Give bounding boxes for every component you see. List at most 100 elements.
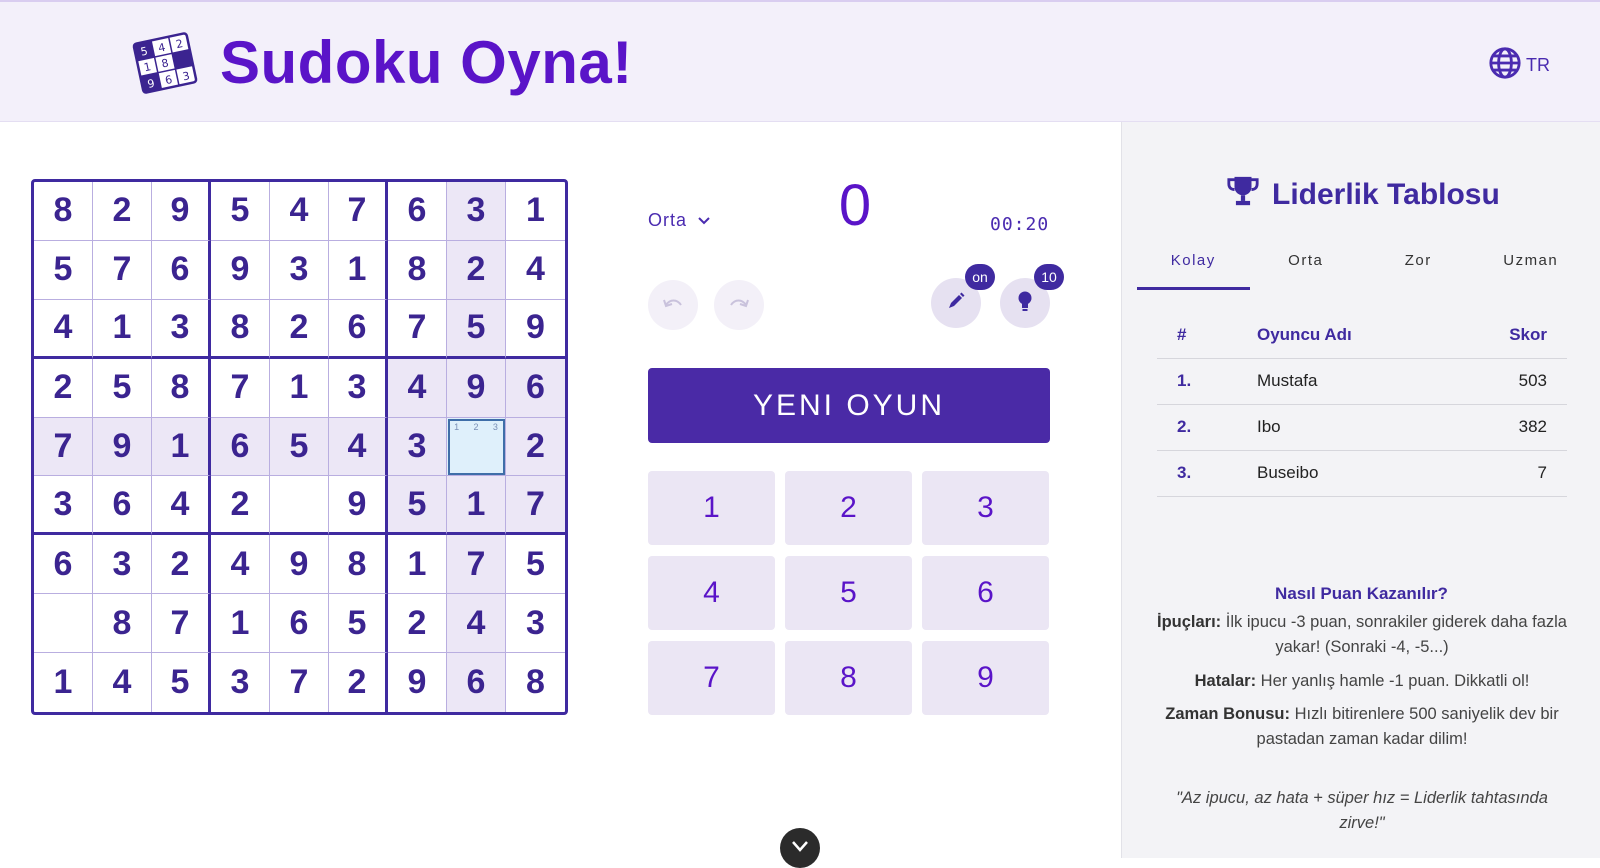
sudoku-cell[interactable]: 9	[270, 535, 329, 595]
tab-uzman[interactable]: Uzman	[1475, 246, 1588, 290]
sudoku-cell[interactable]: 3	[329, 358, 388, 418]
sudoku-cell[interactable]: 9	[93, 417, 152, 477]
sudoku-cell[interactable]: 7	[447, 535, 506, 595]
sudoku-cell[interactable]: 4	[388, 358, 447, 418]
sudoku-cell[interactable]: 6	[93, 476, 152, 536]
scroll-down-button[interactable]	[780, 828, 820, 868]
sudoku-cell[interactable]: 7	[329, 182, 388, 241]
language-selector[interactable]: TR	[1488, 46, 1550, 85]
sudoku-cell[interactable]: 7	[506, 476, 565, 536]
sudoku-cell[interactable]: 2	[447, 240, 506, 300]
sudoku-cell[interactable]: 5	[506, 535, 565, 595]
sudoku-cell[interactable]: 1	[93, 299, 152, 359]
numpad-key-4[interactable]: 4	[648, 556, 775, 630]
numpad-key-7[interactable]: 7	[648, 641, 775, 715]
sudoku-cell[interactable]: 1	[447, 476, 506, 536]
sudoku-cell[interactable]: 3	[152, 299, 211, 359]
hint-button[interactable]: 10	[1000, 264, 1064, 328]
sudoku-cell[interactable]: 6	[329, 299, 388, 359]
sudoku-cell[interactable]: 3	[270, 240, 329, 300]
sudoku-cell[interactable]: 5	[93, 358, 152, 418]
sudoku-cell[interactable]: 3	[388, 417, 447, 477]
sudoku-cell[interactable]: 4	[329, 417, 388, 477]
sudoku-cell[interactable]: 3	[506, 594, 565, 654]
numpad-key-9[interactable]: 9	[922, 641, 1049, 715]
sudoku-cell[interactable]: 9	[447, 358, 506, 418]
sudoku-cell[interactable]: 2	[270, 299, 329, 359]
sudoku-cell[interactable]: 9	[388, 653, 447, 712]
sudoku-cell[interactable]: 5	[152, 653, 211, 712]
sudoku-cell[interactable]: 6	[270, 594, 329, 654]
sudoku-cell[interactable]: 1	[388, 535, 447, 595]
numpad-key-5[interactable]: 5	[785, 556, 912, 630]
sudoku-cell[interactable]: 7	[388, 299, 447, 359]
redo-button[interactable]	[714, 280, 764, 330]
sudoku-cell[interactable]: 4	[270, 182, 329, 241]
numpad-key-8[interactable]: 8	[785, 641, 912, 715]
sudoku-cell[interactable]: 6	[447, 653, 506, 712]
sudoku-cell[interactable]: 1	[211, 594, 270, 654]
sudoku-cell[interactable]: 6	[152, 240, 211, 300]
sudoku-cell[interactable]: 9	[506, 300, 565, 359]
sudoku-cell[interactable]: 4	[34, 299, 93, 359]
sudoku-cell[interactable]: 3	[93, 535, 152, 595]
sudoku-cell[interactable]: 5	[211, 182, 270, 241]
sudoku-cell[interactable]: 2	[34, 358, 93, 418]
sudoku-cell[interactable]: 9	[329, 476, 388, 536]
sudoku-cell[interactable]: 3	[34, 476, 93, 536]
numpad-key-2[interactable]: 2	[785, 471, 912, 545]
sudoku-cell[interactable]: 5	[34, 240, 93, 300]
sudoku-cell[interactable]: 6	[211, 417, 270, 477]
sudoku-cell[interactable]: 8	[211, 299, 270, 359]
tab-zor[interactable]: Zor	[1362, 246, 1475, 290]
sudoku-cell[interactable]: 5	[329, 594, 388, 654]
sudoku-cell[interactable]: 9	[211, 240, 270, 300]
sudoku-cell[interactable]: 8	[93, 594, 152, 654]
sudoku-cell[interactable]: 7	[211, 358, 270, 418]
sudoku-cell[interactable]: 1	[152, 417, 211, 477]
sudoku-cell[interactable]: 8	[34, 182, 93, 241]
sudoku-cell[interactable]	[270, 476, 329, 536]
sudoku-cell[interactable]: 8	[506, 653, 565, 712]
sudoku-cell[interactable]: 7	[93, 240, 152, 300]
sudoku-cell[interactable]: 6	[388, 182, 447, 241]
sudoku-cell[interactable]: 8	[152, 358, 211, 418]
sudoku-cell[interactable]: 8	[329, 535, 388, 595]
numpad-key-6[interactable]: 6	[922, 556, 1049, 630]
sudoku-cell[interactable]: 2	[93, 182, 152, 241]
difficulty-select[interactable]: Orta	[648, 210, 711, 231]
sudoku-cell-selected[interactable]: 1 2 3	[447, 417, 506, 477]
numpad-key-3[interactable]: 3	[922, 471, 1049, 545]
sudoku-cell[interactable]: 3	[211, 653, 270, 712]
numpad-key-1[interactable]: 1	[648, 471, 775, 545]
sudoku-cell[interactable]: 2	[506, 417, 565, 477]
sudoku-cell[interactable]: 6	[34, 535, 93, 595]
tab-orta[interactable]: Orta	[1250, 246, 1363, 290]
sudoku-cell[interactable]: 7	[270, 653, 329, 712]
sudoku-cell[interactable]: 1	[270, 358, 329, 418]
new-game-button[interactable]: YENI OYUN	[648, 368, 1050, 443]
sudoku-cell[interactable]: 3	[447, 182, 506, 241]
sudoku-cell[interactable]: 9	[152, 182, 211, 241]
sudoku-cell[interactable]: 4	[93, 653, 152, 712]
undo-button[interactable]	[648, 280, 698, 330]
sudoku-cell[interactable]: 7	[152, 594, 211, 654]
pencil-mode-button[interactable]: on	[931, 264, 995, 328]
sudoku-cell[interactable]: 5	[388, 476, 447, 536]
sudoku-cell[interactable]: 5	[447, 299, 506, 359]
sudoku-cell[interactable]: 2	[211, 476, 270, 536]
sudoku-cell[interactable]: 4	[152, 476, 211, 536]
sudoku-cell[interactable]: 2	[329, 653, 388, 712]
sudoku-cell[interactable]: 1	[506, 182, 565, 241]
sudoku-cell[interactable]: 4	[506, 241, 565, 300]
sudoku-cell[interactable]	[34, 594, 93, 654]
sudoku-cell[interactable]: 8	[388, 240, 447, 300]
sudoku-cell[interactable]: 2	[388, 594, 447, 654]
sudoku-cell[interactable]: 1	[34, 653, 93, 712]
sudoku-cell[interactable]: 5	[270, 417, 329, 477]
sudoku-cell[interactable]: 4	[211, 535, 270, 595]
sudoku-cell[interactable]: 7	[34, 417, 93, 477]
sudoku-cell[interactable]: 2	[152, 535, 211, 595]
sudoku-cell[interactable]: 6	[506, 358, 565, 418]
sudoku-cell[interactable]: 4	[447, 594, 506, 654]
